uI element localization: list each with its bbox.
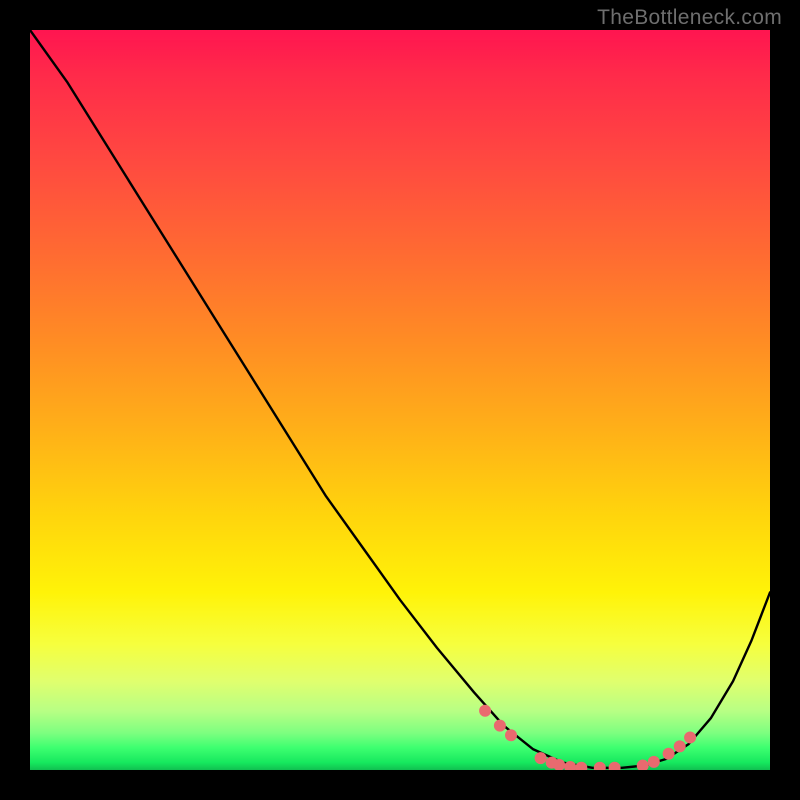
curve-svg [30, 30, 770, 770]
marker-point [479, 705, 491, 717]
bottleneck-curve [30, 30, 770, 768]
marker-point [609, 762, 621, 770]
marker-point [648, 756, 660, 768]
marker-point [594, 762, 606, 770]
marker-point [663, 748, 675, 760]
plot-area [30, 30, 770, 770]
watermark-text: TheBottleneck.com [597, 6, 782, 30]
marker-point [494, 720, 506, 732]
marker-point [637, 760, 649, 770]
marker-point [535, 752, 547, 764]
chart-frame: TheBottleneck.com [0, 0, 800, 800]
marker-point [575, 762, 587, 770]
marker-point [674, 740, 686, 752]
marker-point [505, 729, 517, 741]
marker-point [684, 731, 696, 743]
